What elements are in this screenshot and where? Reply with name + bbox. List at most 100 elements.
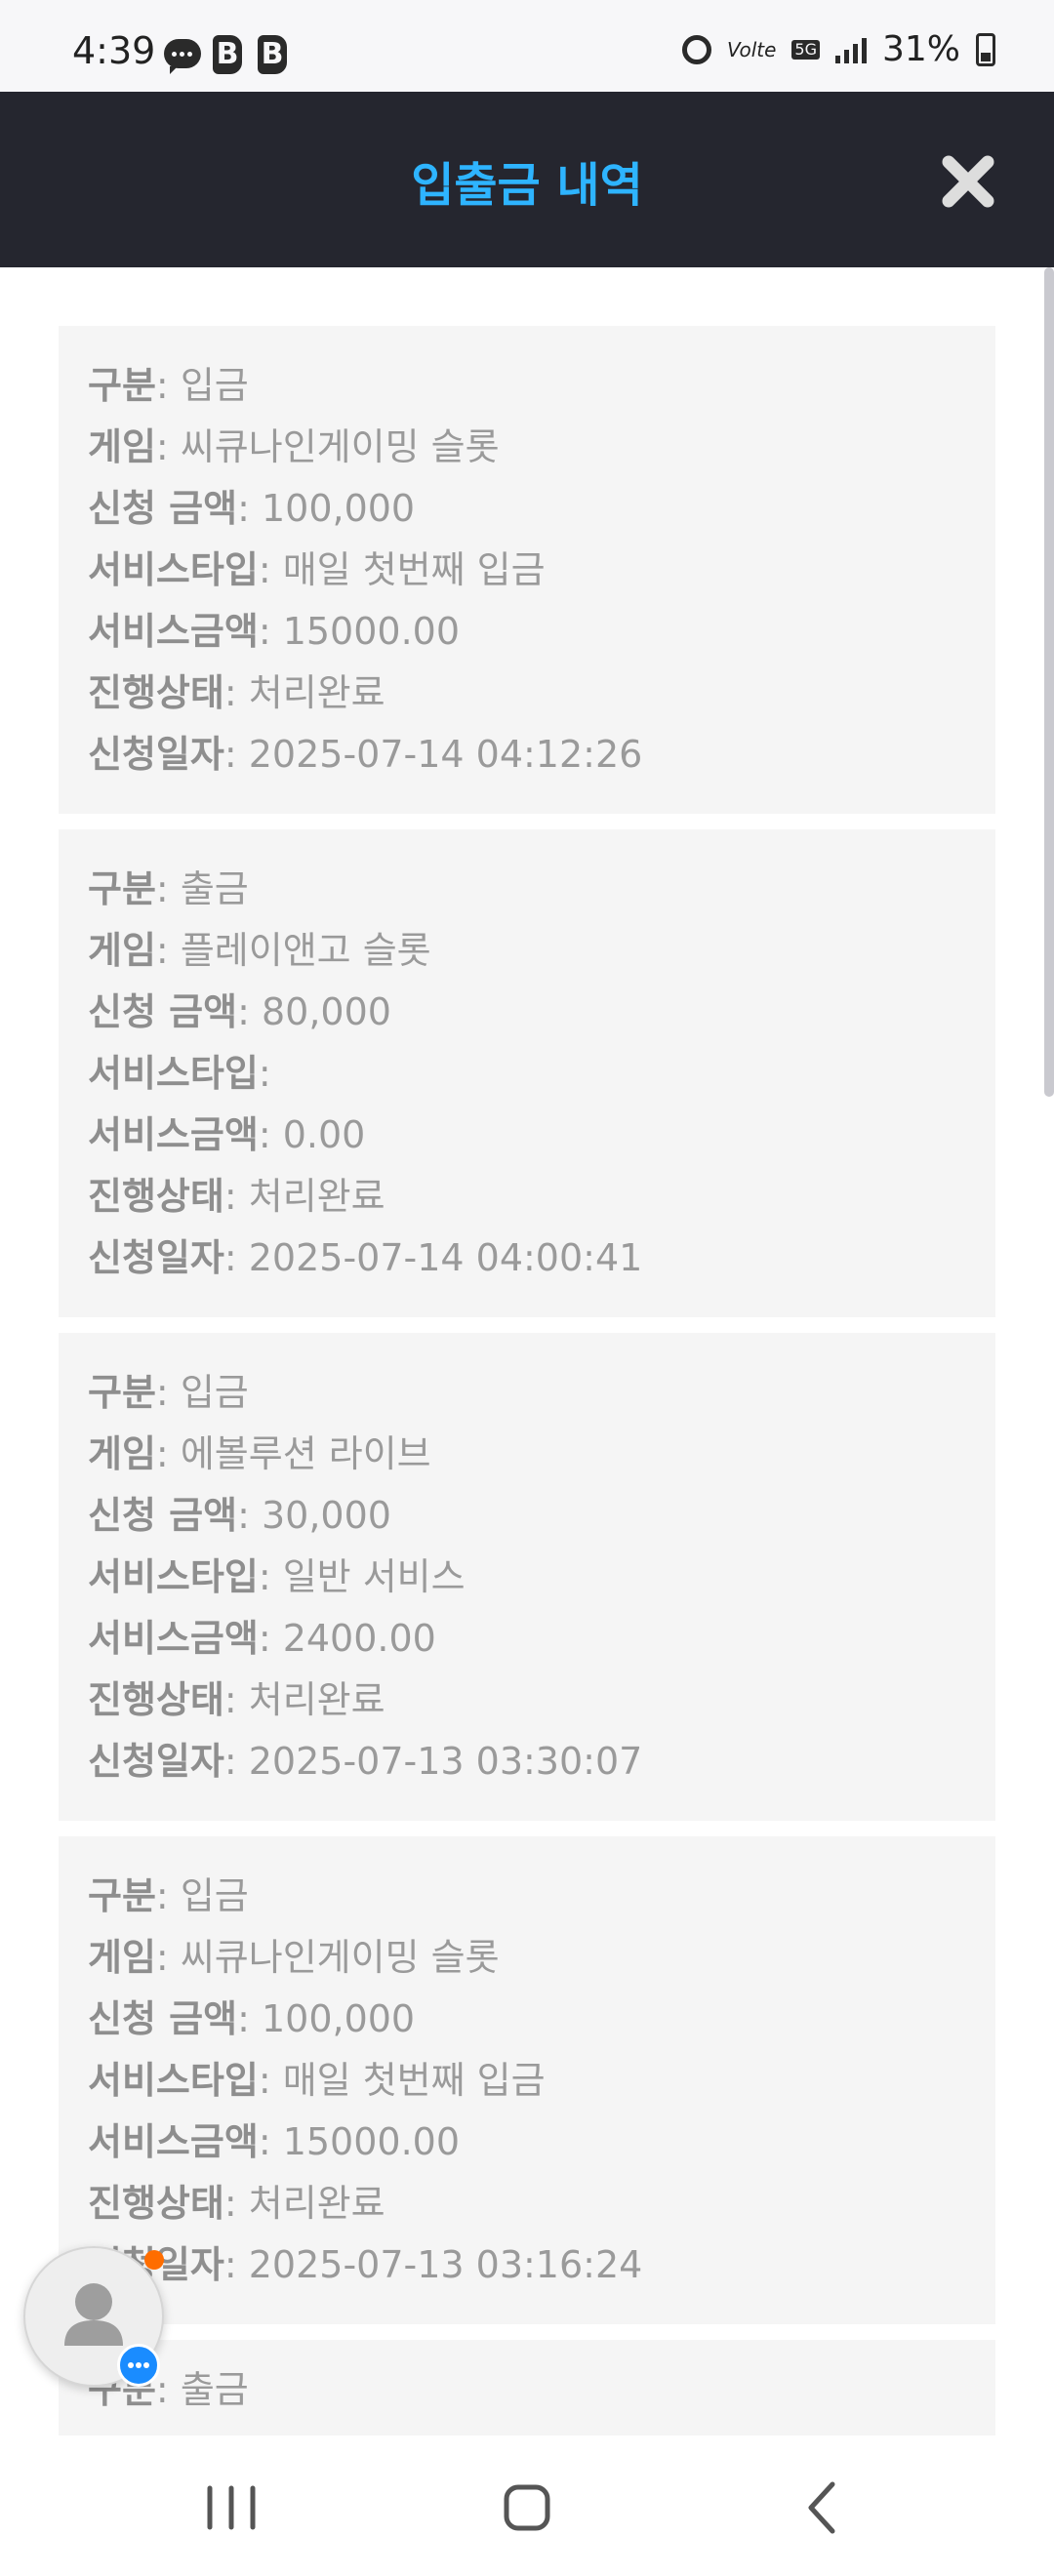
record-service-amount-label: 서비스금액 xyxy=(88,1113,259,1156)
record-service-amount-value: 2400.00 xyxy=(282,1617,436,1660)
record-amount-row: 신청 금액: 100,000 xyxy=(88,487,416,530)
record-date-row: 신청일자: 2025-07-14 04:00:41 xyxy=(88,1236,643,1279)
record-type-row: 구분: 입금 xyxy=(88,1874,249,1917)
record-date-label: 신청일자 xyxy=(88,1236,224,1279)
record-game-label: 게임 xyxy=(88,1936,156,1979)
record-date-row: 신청일자: 2025-07-13 03:30:07 xyxy=(88,1740,643,1783)
record-service-type-value: 매일 첫번째 입금 xyxy=(282,548,546,591)
alarm-icon xyxy=(681,34,711,64)
record-service-amount-value: 15000.00 xyxy=(282,2120,461,2163)
record-service-type-row: 서비스타입: 매일 첫번째 입금 xyxy=(88,2059,546,2102)
record-amount-value: 100,000 xyxy=(261,1997,416,2040)
record-date-value: 2025-07-14 04:00:41 xyxy=(248,1236,643,1279)
record-service-type-label: 서비스타입 xyxy=(88,2059,259,2102)
record-amount-row: 신청 금액: 100,000 xyxy=(88,1997,416,2040)
transaction-record: 구분: 입금 게임: 씨큐나인게이밍 슬롯 신청 금액: 100,000 서비스… xyxy=(59,1836,995,2324)
record-amount-row: 신청 금액: 80,000 xyxy=(88,990,391,1033)
record-type-value: 입금 xyxy=(180,364,249,407)
record-type-label: 구분 xyxy=(88,867,156,910)
record-status-row: 진행상태: 처리완료 xyxy=(88,1175,385,1218)
navigation-bar xyxy=(0,2435,1054,2576)
record-game-label: 게임 xyxy=(88,425,156,468)
record-type-value: 출금 xyxy=(180,2368,249,2411)
record-amount-value: 30,000 xyxy=(261,1494,391,1537)
record-date-value: 2025-07-14 04:12:26 xyxy=(248,733,643,776)
scrollbar[interactable] xyxy=(1044,267,1054,1097)
record-game-value: 플레이앤고 슬롯 xyxy=(180,929,431,972)
record-type-row: 구분: 출금 xyxy=(88,867,249,910)
record-amount-row: 신청 금액: 30,000 xyxy=(88,1494,391,1537)
record-service-amount-label: 서비스금액 xyxy=(88,2120,259,2163)
header-bar: 입출금 내역 xyxy=(0,92,1054,267)
record-date-row: 신청일자: 2025-07-14 04:12:26 xyxy=(88,733,643,776)
5g-icon: 5G xyxy=(791,39,820,60)
record-type-label: 구분 xyxy=(88,364,156,407)
b-app-notification-icon: B xyxy=(258,35,287,74)
transaction-record: 구분: 출금 xyxy=(59,2340,995,2435)
back-button[interactable] xyxy=(784,2469,862,2547)
record-game-label: 게임 xyxy=(88,929,156,972)
record-service-amount-row: 서비스금액: 15000.00 xyxy=(88,610,461,653)
record-service-amount-row: 서비스금액: 15000.00 xyxy=(88,2120,461,2163)
record-type-row: 구분: 입금 xyxy=(88,364,249,407)
record-game-row: 게임: 에볼루션 라이브 xyxy=(88,1432,431,1475)
record-type-value: 입금 xyxy=(180,1371,249,1414)
record-date-label: 신청일자 xyxy=(88,733,224,776)
record-status-row: 진행상태: 처리완료 xyxy=(88,1678,385,1721)
record-game-label: 게임 xyxy=(88,1432,156,1475)
signal-icon xyxy=(834,36,867,63)
record-type-value: 출금 xyxy=(180,867,249,910)
record-game-value: 씨큐나인게이밍 슬롯 xyxy=(180,425,500,468)
status-bar: 4:39 B B Volte 5G 31% xyxy=(0,0,1054,92)
record-service-type-row: 서비스타입: 일반 서비스 xyxy=(88,1555,466,1598)
page-title: 입출금 내역 xyxy=(411,158,643,213)
record-type-label: 구분 xyxy=(88,1371,156,1414)
record-status-label: 진행상태 xyxy=(88,1175,224,1218)
record-type-label: 구분 xyxy=(88,1874,156,1917)
record-service-type-label: 서비스타입 xyxy=(88,1555,259,1598)
record-service-amount-row: 서비스금액: 2400.00 xyxy=(88,1617,436,1660)
recents-button[interactable] xyxy=(192,2469,270,2547)
record-service-type-value: 매일 첫번째 입금 xyxy=(282,2059,546,2102)
record-date-label: 신청일자 xyxy=(88,1740,224,1783)
record-amount-label: 신청 금액 xyxy=(88,487,238,530)
record-service-type-row: 서비스타입: 매일 첫번째 입금 xyxy=(88,548,546,591)
status-time: 4:39 xyxy=(72,29,156,72)
record-amount-label: 신청 금액 xyxy=(88,1997,238,2040)
record-amount-value: 100,000 xyxy=(261,487,416,530)
record-game-row: 게임: 씨큐나인게이밍 슬롯 xyxy=(88,425,500,468)
record-service-type-label: 서비스타입 xyxy=(88,548,259,591)
home-icon xyxy=(504,2484,550,2531)
record-amount-label: 신청 금액 xyxy=(88,990,238,1033)
record-service-amount-value: 0.00 xyxy=(282,1113,366,1156)
record-service-type-label: 서비스타입 xyxy=(88,1052,259,1095)
back-icon xyxy=(808,2481,835,2534)
home-button[interactable] xyxy=(488,2469,566,2547)
transaction-record: 구분: 입금 게임: 씨큐나인게이밍 슬롯 신청 금액: 100,000 서비스… xyxy=(59,326,995,814)
close-button[interactable] xyxy=(937,150,999,213)
battery-icon xyxy=(976,32,995,66)
chat-notification-icon xyxy=(164,39,201,74)
record-service-amount-value: 15000.00 xyxy=(282,610,461,653)
record-status-label: 진행상태 xyxy=(88,1678,224,1721)
record-game-value: 에볼루션 라이브 xyxy=(180,1432,431,1475)
volte-icon: Volte xyxy=(726,37,777,61)
notification-dot xyxy=(144,2250,164,2270)
recents-icon xyxy=(207,2485,256,2530)
close-icon xyxy=(942,155,994,208)
transaction-record: 구분: 입금 게임: 에볼루션 라이브 신청 금액: 30,000 서비스타입:… xyxy=(59,1333,995,1821)
record-service-amount-label: 서비스금액 xyxy=(88,610,259,653)
chat-bubble-icon[interactable] xyxy=(117,2344,160,2387)
record-game-row: 게임: 플레이앤고 슬롯 xyxy=(88,929,431,972)
record-service-amount-row: 서비스금액: 0.00 xyxy=(88,1113,366,1156)
record-status-label: 진행상태 xyxy=(88,2182,224,2225)
record-amount-value: 80,000 xyxy=(261,990,391,1033)
record-date-value: 2025-07-13 03:16:24 xyxy=(248,2243,643,2286)
record-status-row: 진행상태: 처리완료 xyxy=(88,2182,385,2225)
record-status-value: 처리완료 xyxy=(248,671,385,714)
record-status-row: 진행상태: 처리완료 xyxy=(88,671,385,714)
record-game-value: 씨큐나인게이밍 슬롯 xyxy=(180,1936,500,1979)
record-service-amount-label: 서비스금액 xyxy=(88,1617,259,1660)
record-date-value: 2025-07-13 03:30:07 xyxy=(248,1740,643,1783)
battery-percent: 31% xyxy=(881,29,960,69)
